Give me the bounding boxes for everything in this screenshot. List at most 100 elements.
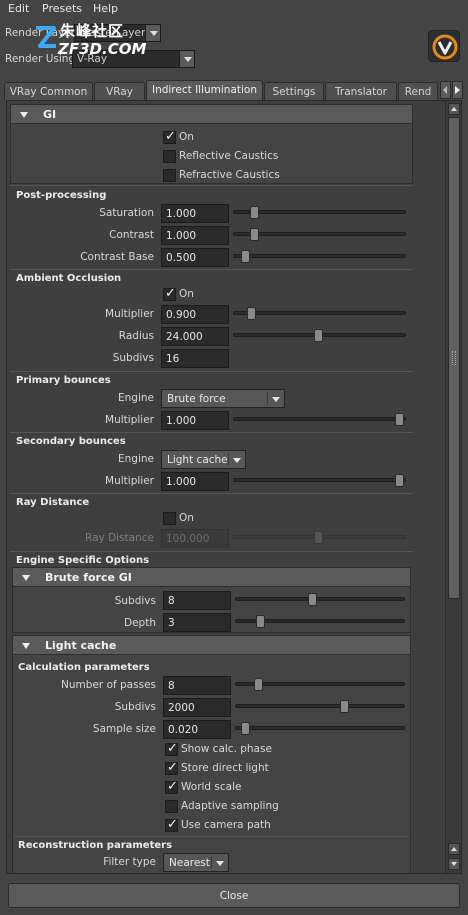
gi-on-label: On bbox=[179, 131, 194, 143]
separator bbox=[10, 269, 413, 270]
secondary-multiplier-slider[interactable] bbox=[233, 478, 406, 482]
chevron-down-icon bbox=[233, 458, 241, 463]
close-button[interactable]: Close bbox=[8, 883, 460, 908]
ao-radius-slider-handle[interactable] bbox=[314, 329, 323, 342]
ao-subdivs-label: Subdivs bbox=[112, 352, 154, 364]
light-cache-frame-header[interactable]: Light cache bbox=[12, 635, 411, 655]
refractive-caustics-checkbox[interactable] bbox=[163, 169, 176, 182]
reflective-caustics-checkbox[interactable] bbox=[163, 150, 176, 163]
post-processing-title: Post-processing bbox=[16, 190, 107, 201]
secondary-multiplier-field[interactable]: 1.000 bbox=[161, 472, 229, 491]
secondary-engine-dropdown[interactable]: Light cache bbox=[161, 450, 246, 469]
menu-edit[interactable]: Edit bbox=[8, 2, 29, 15]
show-calc-phase-checkbox[interactable]: ✓ bbox=[165, 741, 178, 756]
dropdown-divider bbox=[267, 392, 268, 405]
contrast-base-slider-handle[interactable] bbox=[241, 250, 250, 263]
brute-force-subdivs-field[interactable]: 8 bbox=[163, 591, 231, 610]
gi-on-checkbox[interactable]: ✓ bbox=[163, 129, 176, 144]
chevron-right-icon bbox=[455, 86, 460, 94]
vertical-scrollbar[interactable] bbox=[445, 101, 461, 873]
tab-scroll-left-button[interactable] bbox=[440, 81, 451, 99]
passes-field[interactable]: 8 bbox=[163, 676, 231, 695]
refractive-caustics-label: Refractive Caustics bbox=[179, 169, 280, 181]
filter-type-dropdown[interactable]: Nearest bbox=[163, 853, 229, 872]
scroll-up-arrow-icon[interactable] bbox=[448, 103, 460, 115]
gi-header-label: GI bbox=[43, 108, 57, 121]
use-camera-path-checkbox[interactable]: ✓ bbox=[165, 817, 178, 832]
menu-bar: Edit Presets Help bbox=[0, 0, 468, 18]
tab-vray[interactable]: VRay bbox=[94, 82, 145, 100]
lc-subdivs-field[interactable]: 2000 bbox=[163, 698, 231, 717]
sample-size-slider-handle[interactable] bbox=[241, 722, 250, 735]
ao-on-label: On bbox=[179, 288, 194, 300]
primary-multiplier-field[interactable]: 1.000 bbox=[161, 411, 229, 430]
checkmark-icon: ✓ bbox=[165, 129, 176, 144]
ao-multiplier-slider[interactable] bbox=[233, 311, 406, 315]
brute-force-subdivs-slider[interactable] bbox=[235, 597, 405, 601]
menu-presets[interactable]: Presets bbox=[42, 2, 82, 15]
ao-on-checkbox[interactable]: ✓ bbox=[163, 286, 176, 301]
lc-subdivs-label: Subdivs bbox=[114, 701, 156, 713]
tab-scroll-right-button[interactable] bbox=[452, 81, 463, 99]
brute-force-subdivs-slider-handle[interactable] bbox=[308, 593, 317, 606]
ray-distance-on-label: On bbox=[179, 512, 194, 524]
store-direct-light-checkbox[interactable]: ✓ bbox=[165, 760, 178, 775]
scroll-up-arrow-icon[interactable] bbox=[448, 843, 460, 855]
filter-type-label: Filter type bbox=[103, 856, 156, 868]
scrollbar-thumb[interactable] bbox=[448, 117, 460, 599]
world-scale-checkbox[interactable]: ✓ bbox=[165, 779, 178, 794]
scroll-down-arrow-icon[interactable] bbox=[448, 858, 460, 870]
vray-logo-icon bbox=[428, 30, 460, 62]
saturation-field[interactable]: 1.000 bbox=[161, 204, 229, 223]
ao-multiplier-field[interactable]: 0.900 bbox=[161, 305, 229, 324]
primary-engine-dropdown[interactable]: Brute force bbox=[161, 389, 285, 408]
dropdown-divider bbox=[228, 453, 229, 466]
adaptive-sampling-checkbox[interactable] bbox=[165, 800, 178, 813]
ao-radius-label: Radius bbox=[118, 330, 154, 342]
checkmark-icon: ✓ bbox=[167, 779, 178, 794]
engine-specific-title: Engine Specific Options bbox=[16, 555, 150, 566]
menu-help[interactable]: Help bbox=[93, 2, 118, 15]
tab-translator[interactable]: Translator bbox=[325, 82, 397, 100]
contrast-label: Contrast bbox=[109, 229, 154, 241]
separator bbox=[10, 432, 413, 433]
primary-multiplier-slider-handle[interactable] bbox=[395, 413, 404, 426]
saturation-slider-handle[interactable] bbox=[250, 206, 259, 219]
tab-render-elements[interactable]: Rend bbox=[398, 82, 438, 100]
primary-multiplier-slider[interactable] bbox=[233, 417, 406, 421]
passes-label: Number of passes bbox=[61, 679, 156, 691]
world-scale-label: World scale bbox=[181, 781, 242, 793]
contrast-slider-handle[interactable] bbox=[250, 228, 259, 241]
brute-force-frame-header[interactable]: Brute force GI bbox=[12, 567, 411, 587]
brute-force-header-label: Brute force GI bbox=[45, 571, 132, 584]
brute-force-depth-field[interactable]: 3 bbox=[163, 613, 231, 632]
settings-content: GI ✓ On Reflective Caustics Refractive C… bbox=[7, 101, 441, 873]
sample-size-field[interactable]: 0.020 bbox=[163, 720, 231, 739]
ray-distance-slider-handle[interactable] bbox=[314, 531, 323, 544]
primary-engine-value: Brute force bbox=[167, 393, 226, 405]
secondary-multiplier-label: Multiplier bbox=[105, 475, 154, 487]
ray-distance-on-checkbox[interactable] bbox=[163, 512, 176, 525]
brute-force-depth-slider-handle[interactable] bbox=[256, 615, 265, 628]
show-calc-phase-label: Show calc. phase bbox=[181, 743, 272, 755]
ao-multiplier-slider-handle[interactable] bbox=[247, 307, 256, 320]
sample-size-slider[interactable] bbox=[235, 726, 405, 730]
secondary-multiplier-slider-handle[interactable] bbox=[395, 474, 404, 487]
saturation-label: Saturation bbox=[99, 207, 154, 219]
lc-subdivs-slider-handle[interactable] bbox=[340, 700, 349, 713]
contrast-base-slider[interactable] bbox=[233, 254, 406, 258]
lc-subdivs-slider[interactable] bbox=[235, 704, 405, 708]
ao-radius-field[interactable]: 24.000 bbox=[161, 327, 229, 346]
tab-settings[interactable]: Settings bbox=[264, 82, 324, 100]
settings-panel: GI ✓ On Reflective Caustics Refractive C… bbox=[6, 100, 462, 874]
ao-subdivs-field[interactable]: 16 bbox=[161, 349, 229, 368]
ray-distance-field[interactable]: 100.000 bbox=[161, 529, 229, 548]
contrast-field[interactable]: 1.000 bbox=[161, 226, 229, 245]
secondary-bounces-title: Secondary bounces bbox=[16, 436, 126, 447]
tab-vray-common[interactable]: VRay Common bbox=[4, 82, 93, 100]
passes-slider-handle[interactable] bbox=[254, 678, 263, 691]
gi-frame-header[interactable]: GI bbox=[10, 104, 413, 124]
secondary-engine-value: Light cache bbox=[167, 454, 228, 466]
tab-indirect-illumination[interactable]: Indirect Illumination bbox=[146, 80, 263, 101]
contrast-base-field[interactable]: 0.500 bbox=[161, 248, 229, 267]
